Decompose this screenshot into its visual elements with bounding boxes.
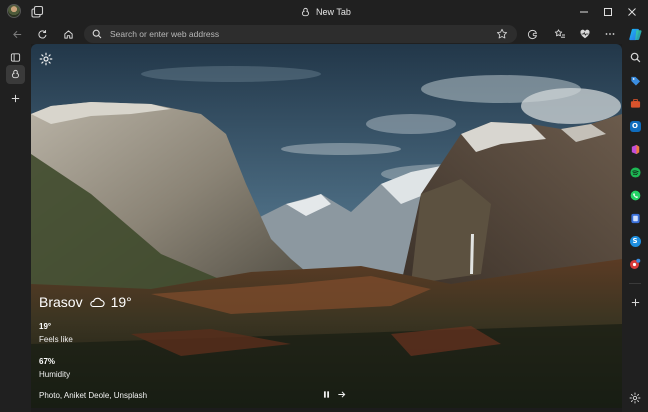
- humidity-label: Humidity: [39, 370, 71, 379]
- feels-like-stat: 19° Feels like: [39, 322, 132, 344]
- new-tab-page: Brasov 19° 19° Feels like 67% Humidity P…: [31, 44, 622, 408]
- copilot-icon: [628, 28, 642, 40]
- vertical-tabs-sidebar: [0, 44, 31, 412]
- feels-like-value: 19°: [39, 322, 52, 331]
- tab-title: New Tab: [316, 7, 351, 17]
- cloud-icon: [89, 297, 105, 308]
- phone-icon: [630, 213, 640, 223]
- briefcase-icon: [630, 98, 640, 108]
- humidity-value: 67%: [39, 357, 56, 366]
- more-menu-button[interactable]: [601, 25, 619, 43]
- sidebar-add-button[interactable]: [627, 294, 643, 310]
- right-sidebar: O S: [622, 44, 648, 412]
- weather-temperature: 19°: [110, 294, 132, 310]
- copilot-button[interactable]: [626, 25, 644, 43]
- extensions-button[interactable]: [523, 25, 541, 43]
- tab-new-tab[interactable]: [6, 65, 25, 84]
- search-icon: [630, 52, 640, 62]
- new-tab-icon: [11, 69, 19, 79]
- tab-actions-icon: [10, 53, 21, 62]
- page-settings-icon[interactable]: [39, 52, 53, 66]
- profile-avatar[interactable]: [7, 4, 21, 18]
- workspaces-icon[interactable]: [30, 5, 44, 19]
- home-button[interactable]: [59, 25, 77, 43]
- sidebar-outlook-button[interactable]: O: [627, 118, 643, 134]
- weather-city: Brasov: [39, 294, 83, 310]
- skype-icon: S: [629, 235, 641, 247]
- next-arrow-icon[interactable]: [337, 390, 346, 399]
- refresh-icon: [37, 29, 46, 38]
- sidebar-whatsapp-button[interactable]: [627, 187, 643, 203]
- sidebar-skype-button[interactable]: S: [627, 233, 643, 249]
- extension-icon: [527, 29, 537, 39]
- m365-icon: [631, 144, 639, 154]
- sidebar-settings-button[interactable]: [627, 390, 643, 406]
- minimize-icon: [580, 11, 588, 13]
- new-tab-icon: [301, 7, 309, 16]
- heart-pulse-icon: [580, 29, 590, 39]
- title-bar: New Tab: [0, 0, 648, 24]
- sidebar-divider: [629, 283, 641, 284]
- refresh-button[interactable]: [33, 25, 51, 43]
- maximize-icon: [604, 8, 612, 16]
- add-icon: [631, 298, 639, 306]
- settings-icon: [629, 392, 641, 404]
- sidebar-tools-button[interactable]: [627, 95, 643, 111]
- feels-like-label: Feels like: [39, 335, 73, 344]
- tag-icon: [630, 76, 640, 86]
- sidebar-m365-button[interactable]: [627, 141, 643, 157]
- browser-essentials-button[interactable]: [576, 25, 594, 43]
- close-icon: [628, 8, 636, 16]
- photo-controls: [322, 390, 346, 399]
- favorites-button[interactable]: [551, 25, 569, 43]
- minimize-button[interactable]: [573, 2, 595, 22]
- favorites-list-icon: [554, 29, 565, 38]
- notification-app-icon: [630, 258, 641, 269]
- sidebar-search-button[interactable]: [627, 49, 643, 65]
- home-icon: [63, 29, 73, 39]
- whatsapp-icon: [630, 190, 640, 200]
- sidebar-spotify-button[interactable]: [627, 164, 643, 180]
- pause-icon[interactable]: [322, 390, 331, 399]
- humidity-stat: 67% Humidity: [39, 357, 132, 379]
- back-arrow-icon: [12, 30, 21, 38]
- toolbar: [0, 24, 648, 44]
- favorite-star-icon[interactable]: [496, 28, 508, 40]
- sidebar-shopping-button[interactable]: [627, 72, 643, 88]
- photo-credit[interactable]: Photo, Aniket Deole, Unsplash: [39, 391, 147, 400]
- more-dots-icon: [605, 33, 615, 35]
- outlook-icon: O: [629, 120, 641, 132]
- address-bar[interactable]: [84, 25, 517, 43]
- weather-header: Brasov 19°: [39, 294, 132, 310]
- back-button[interactable]: [8, 25, 26, 43]
- maximize-button[interactable]: [597, 2, 619, 22]
- sidebar-notify-app-button[interactable]: [627, 256, 643, 272]
- add-tab-button[interactable]: [6, 89, 25, 108]
- close-button[interactable]: [621, 2, 643, 22]
- spotify-icon: [629, 166, 641, 178]
- plus-icon: [11, 94, 20, 103]
- weather-widget[interactable]: Brasov 19° 19° Feels like 67% Humidity: [39, 294, 132, 379]
- sidebar-phone-button[interactable]: [627, 210, 643, 226]
- active-tab[interactable]: New Tab: [300, 4, 351, 20]
- address-input[interactable]: [110, 29, 480, 39]
- search-icon: [92, 29, 102, 39]
